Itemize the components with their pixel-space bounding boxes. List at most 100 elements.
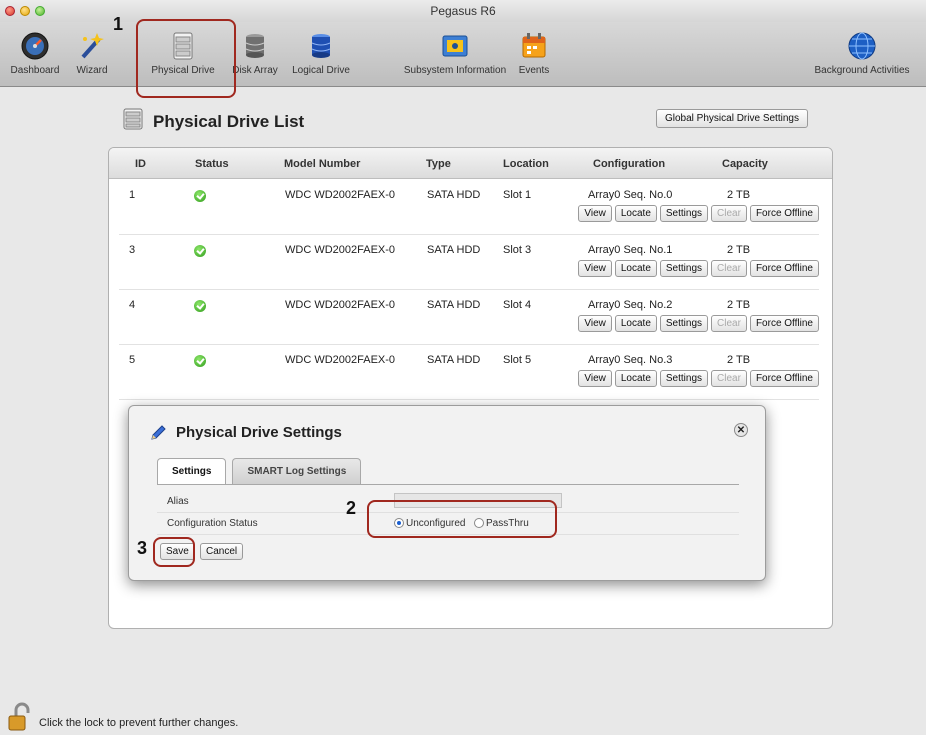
toolbar-dashboard[interactable]: Dashboard xyxy=(6,22,64,86)
configuration-status-label: Configuration Status xyxy=(167,518,258,529)
settings-button[interactable]: Settings xyxy=(659,260,709,277)
cell-capacity: 2 TB xyxy=(727,299,751,311)
close-dialog-button[interactable]: ✕ xyxy=(734,423,748,437)
table-header: ID Status Model Number Type Location Con… xyxy=(109,148,832,179)
row-actions: View Locate Settings Clear Force Offline xyxy=(578,315,819,332)
table-row[interactable]: 1 WDC WD2002FAEX-0 SATA HDD Slot 1 Array… xyxy=(119,180,819,235)
clear-button[interactable]: Clear xyxy=(711,315,747,332)
dialog-title: Physical Drive Settings xyxy=(176,424,342,441)
cell-id: 1 xyxy=(129,189,136,201)
callout-number-1: 1 xyxy=(113,14,124,34)
dashboard-gauge-icon xyxy=(20,31,50,61)
locate-button[interactable]: Locate xyxy=(614,370,657,387)
dialog-tabs: Settings SMART Log Settings xyxy=(157,458,362,484)
page-title-text: Physical Drive List xyxy=(153,111,305,131)
view-button[interactable]: View xyxy=(578,205,612,222)
force-offline-button[interactable]: Force Offline xyxy=(749,315,819,332)
window-title: Pegasus R6 xyxy=(430,4,496,18)
cell-model-number: WDC WD2002FAEX-0 xyxy=(285,244,396,256)
cell-configuration: Array0 Seq. No.3 xyxy=(588,354,673,366)
subsystem-info-icon xyxy=(440,31,470,61)
settings-button[interactable]: Settings xyxy=(659,205,709,222)
pencil-edit-icon xyxy=(149,424,167,445)
settings-button[interactable]: Settings xyxy=(659,315,709,332)
status-ok-icon xyxy=(194,190,206,205)
status-ok-icon xyxy=(194,355,206,370)
force-offline-button[interactable]: Force Offline xyxy=(749,370,819,387)
column-header-location[interactable]: Location xyxy=(503,158,549,170)
cell-capacity: 2 TB xyxy=(727,244,751,256)
cell-id: 5 xyxy=(129,354,136,366)
column-header-id[interactable]: ID xyxy=(135,158,146,170)
table-row[interactable]: 5 WDC WD2002FAEX-0 SATA HDD Slot 5 Array… xyxy=(119,345,819,400)
view-button[interactable]: View xyxy=(578,315,612,332)
toolbar-background-activities[interactable]: Background Activities xyxy=(804,22,920,86)
cell-type: SATA HDD xyxy=(427,244,481,256)
cell-location: Slot 1 xyxy=(503,189,532,201)
tab-smart-log-settings[interactable]: SMART Log Settings xyxy=(232,458,362,484)
disk-array-icon xyxy=(240,31,270,61)
force-offline-button[interactable]: Force Offline xyxy=(749,260,819,277)
cell-capacity: 2 TB xyxy=(727,354,751,366)
physical-drive-settings-dialog: Physical Drive Settings ✕ Settings SMART… xyxy=(128,405,766,581)
status-ok-icon xyxy=(194,300,206,315)
toolbar-events-label: Events xyxy=(518,65,550,76)
global-physical-drive-settings-button[interactable]: Global Physical Drive Settings xyxy=(656,109,808,128)
toolbar-events[interactable]: Events xyxy=(514,22,554,86)
tab-divider xyxy=(157,484,739,485)
toolbar-dashboard-label: Dashboard xyxy=(10,65,60,76)
footer-bar: Click the lock to prevent further change… xyxy=(0,697,926,732)
toolbar-logical-drive-label: Logical Drive xyxy=(292,65,350,76)
locate-button[interactable]: Locate xyxy=(614,260,657,277)
clear-button[interactable]: Clear xyxy=(711,260,747,277)
table-row[interactable]: 4 WDC WD2002FAEX-0 SATA HDD Slot 4 Array… xyxy=(119,290,819,345)
close-window-button[interactable] xyxy=(5,6,15,16)
row-actions: View Locate Settings Clear Force Offline xyxy=(578,370,819,387)
column-header-type[interactable]: Type xyxy=(426,158,451,170)
cell-configuration: Array0 Seq. No.2 xyxy=(588,299,673,311)
callout-number-2: 2 xyxy=(346,498,357,518)
window-titlebar: Pegasus R6 xyxy=(0,0,926,22)
locate-button[interactable]: Locate xyxy=(614,205,657,222)
cell-model-number: WDC WD2002FAEX-0 xyxy=(285,299,396,311)
cell-capacity: 2 TB xyxy=(727,189,751,201)
wizard-wand-icon xyxy=(77,31,107,61)
page-title: Physical Drive List xyxy=(122,108,304,135)
minimize-window-button[interactable] xyxy=(20,6,30,16)
alias-label: Alias xyxy=(167,496,189,507)
table-row[interactable]: 3 WDC WD2002FAEX-0 SATA HDD Slot 3 Array… xyxy=(119,235,819,290)
callout-highlight-configuration-status xyxy=(367,500,557,538)
toolbar-subsystem-information[interactable]: Subsystem Information xyxy=(397,22,513,86)
cell-type: SATA HDD xyxy=(427,354,481,366)
clear-button[interactable]: Clear xyxy=(711,205,747,222)
lock-icon[interactable] xyxy=(8,702,30,735)
cell-configuration: Array0 Seq. No.0 xyxy=(588,189,673,201)
settings-button[interactable]: Settings xyxy=(659,370,709,387)
column-header-model-number[interactable]: Model Number xyxy=(284,158,360,170)
locate-button[interactable]: Locate xyxy=(614,315,657,332)
tab-settings[interactable]: Settings xyxy=(157,458,227,484)
cell-model-number: WDC WD2002FAEX-0 xyxy=(285,354,396,366)
status-ok-icon xyxy=(194,245,206,260)
view-button[interactable]: View xyxy=(578,260,612,277)
row-actions: View Locate Settings Clear Force Offline xyxy=(578,260,819,277)
view-button[interactable]: View xyxy=(578,370,612,387)
callout-number-3: 3 xyxy=(137,538,148,558)
column-header-configuration[interactable]: Configuration xyxy=(593,158,665,170)
toolbar-wizard[interactable]: Wizard xyxy=(70,22,114,86)
cancel-button[interactable]: Cancel xyxy=(200,543,244,560)
clear-button[interactable]: Clear xyxy=(711,370,747,387)
toolbar-background-activities-label: Background Activities xyxy=(814,65,910,76)
column-header-capacity[interactable]: Capacity xyxy=(722,158,768,170)
row-actions: View Locate Settings Clear Force Offline xyxy=(578,205,819,222)
toolbar-logical-drive[interactable]: Logical Drive xyxy=(288,22,354,86)
logical-drive-icon xyxy=(306,31,336,61)
events-calendar-icon xyxy=(519,31,549,61)
cell-location: Slot 3 xyxy=(503,244,532,256)
background-activities-globe-icon xyxy=(847,31,877,61)
force-offline-button[interactable]: Force Offline xyxy=(749,205,819,222)
column-header-status[interactable]: Status xyxy=(195,158,229,170)
callout-highlight-physical-drive xyxy=(136,19,236,98)
cell-model-number: WDC WD2002FAEX-0 xyxy=(285,189,396,201)
zoom-window-button[interactable] xyxy=(35,6,45,16)
